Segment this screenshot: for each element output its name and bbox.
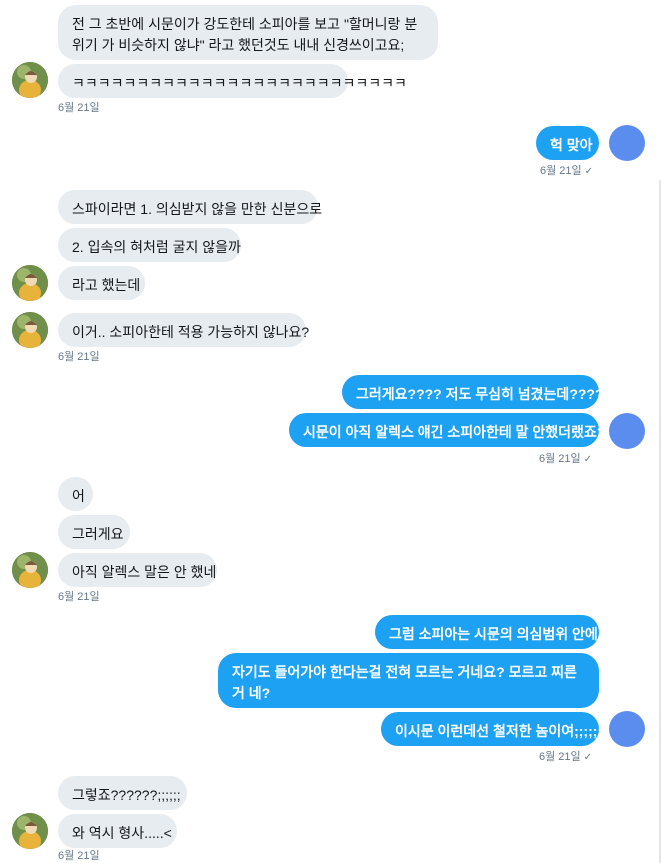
- my-avatar-icon[interactable]: [609, 125, 645, 161]
- message-received[interactable]: 이거.. 소피아한테 적용 가능하지 않나요?: [58, 313, 309, 347]
- message-received[interactable]: 전 그 초반에 시문이가 강도한테 소피아를 보고 "할머니랑 분위기 가 비슷…: [58, 5, 438, 60]
- message-received[interactable]: 와 역시 형사.....<: [58, 814, 177, 848]
- partner-avatar-icon[interactable]: [12, 265, 48, 301]
- message-sent[interactable]: 시문이 아직 알렉스 얘긴 소피아한테 말 안했더랬죠?: [289, 413, 605, 447]
- message-timestamp: 6월 21일: [58, 850, 100, 862]
- partner-avatar-icon[interactable]: [12, 552, 48, 588]
- message-timestamp: 6월 21일 ✓: [540, 165, 594, 177]
- my-avatar-icon[interactable]: [609, 413, 645, 449]
- message-sent[interactable]: 그럼 소피아는 시문의 의심범위 안에: [375, 615, 599, 649]
- message-received[interactable]: 그러게요: [58, 515, 130, 549]
- message-timestamp: 6월 21일: [58, 102, 100, 114]
- message-timestamp: 6월 21일: [58, 591, 100, 603]
- message-received[interactable]: 2. 입속의 혀처럼 굴지 않을까: [58, 228, 241, 262]
- message-received[interactable]: 스파이라면 1. 의심받지 않을 만한 신분으로: [58, 190, 322, 224]
- message-sent[interactable]: 그러게요???? 저도 무심히 넘겼는데????: [342, 375, 604, 409]
- dm-conversation: 전 그 초반에 시문이가 강도한테 소피아를 보고 "할머니랑 분위기 가 비슷…: [0, 0, 661, 863]
- message-timestamp: 6월 21일 ✓: [539, 751, 593, 763]
- message-received[interactable]: 그렇죠??????;;;;;;: [58, 776, 187, 810]
- checkmark-icon: ✓: [584, 166, 594, 177]
- message-received[interactable]: 아직 알렉스 말은 안 했네: [58, 553, 217, 587]
- message-received[interactable]: 라고 했는데: [58, 266, 145, 300]
- message-sent[interactable]: 이시문 이런데선 철저한 놈이여;;;;;;: [381, 712, 602, 746]
- message-timestamp: 6월 21일 ✓: [539, 453, 593, 465]
- message-sent[interactable]: 자기도 들어가야 한다는걸 전혀 모르는 거네요? 모르고 찌른거 네?: [218, 653, 599, 708]
- message-timestamp: 6월 21일: [58, 351, 100, 363]
- partner-avatar-icon[interactable]: [12, 62, 48, 98]
- message-sent[interactable]: 헉 맞아: [536, 126, 599, 160]
- my-avatar-icon[interactable]: [609, 711, 645, 747]
- partner-avatar-icon[interactable]: [12, 312, 48, 348]
- message-received[interactable]: 어: [58, 477, 93, 511]
- checkmark-icon: ✓: [583, 752, 593, 763]
- checkmark-icon: ✓: [583, 454, 593, 465]
- partner-avatar-icon[interactable]: [12, 813, 48, 849]
- message-received[interactable]: ㅋㅋㅋㅋㅋㅋㅋㅋㅋㅋㅋㅋㅋㅋㅋㅋㅋㅋㅋㅋㅋㅋㅋㅋㅋㅋ: [58, 64, 407, 98]
